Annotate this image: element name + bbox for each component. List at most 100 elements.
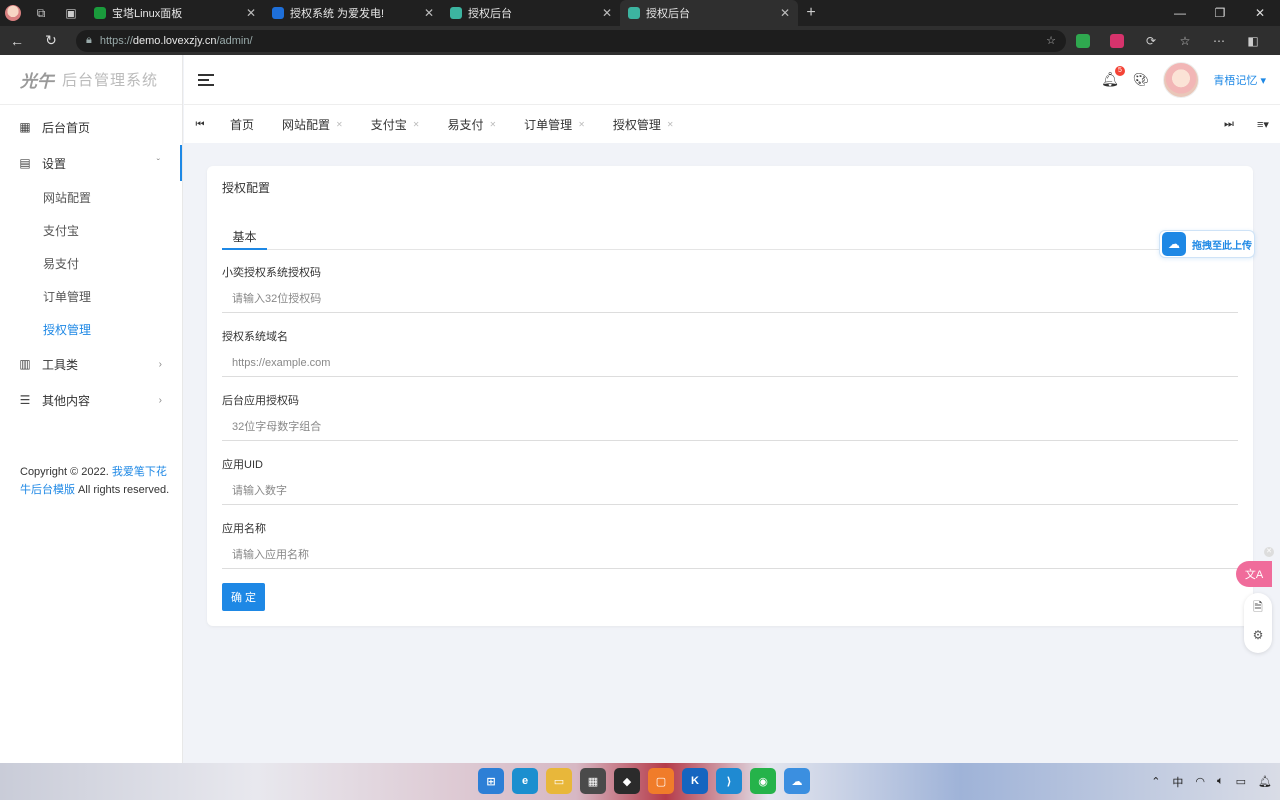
tag-epay[interactable]: 易支付 ✕ — [433, 116, 510, 133]
app-uid-label: 应用UID — [222, 459, 263, 471]
minimize-button[interactable]: — — [1160, 6, 1200, 20]
k-app-icon[interactable]: K — [682, 768, 708, 794]
username-dropdown[interactable]: 青梧记忆 ▾ — [1213, 72, 1266, 88]
license-code-label: 小奕授权系统授权码 — [222, 267, 321, 279]
card-tabs: 基本 — [222, 228, 1238, 250]
extensions-icon[interactable]: ⟳ — [1134, 26, 1168, 55]
wechat-icon[interactable]: ◉ — [750, 768, 776, 794]
translate-button[interactable]: 文A — [1236, 561, 1272, 587]
tags-right-controls: ⏭ ≡▾ — [1212, 118, 1280, 131]
browser-tab-1[interactable]: 宝塔Linux面板 ✕ — [86, 0, 264, 26]
document-icon[interactable]: 🗎 — [1244, 593, 1272, 621]
translate-extension-icon[interactable] — [1100, 26, 1134, 55]
close-icon[interactable]: ✕ — [489, 120, 496, 129]
maximize-button[interactable]: ❐ — [1200, 6, 1240, 20]
close-tab-icon[interactable]: ✕ — [246, 6, 256, 20]
license-config-card: 授权配置 基本 小奕授权系统授权码 授权系统域名 后台应用授权码 应用UID 应… — [207, 166, 1253, 626]
avatar[interactable] — [1163, 61, 1200, 98]
book-icon: ▥ — [19, 357, 31, 371]
tab-actions-icon[interactable]: ▣ — [56, 0, 86, 26]
tag-home[interactable]: 首页 — [216, 116, 268, 133]
tool-box: 🗎 ⚙ — [1244, 593, 1272, 653]
license-domain-input[interactable] — [222, 349, 1238, 377]
sidebar-item-label: 设置 — [42, 156, 67, 171]
drag-upload-widget[interactable]: ☁ 拖拽至此上传 — [1159, 230, 1255, 258]
sidebar-item-home[interactable]: ▦ 后台首页 — [0, 109, 182, 145]
new-tab-button[interactable]: + — [798, 4, 824, 22]
system-tray: ⌃ 中 ◠ 🔈︎ ▭ 🔔︎ — [1151, 763, 1272, 800]
tag-orders[interactable]: 订单管理 ✕ — [510, 116, 599, 133]
volume-icon[interactable]: 🔈︎ — [1217, 775, 1224, 788]
battery-icon[interactable]: ▭ — [1236, 775, 1246, 788]
sidebar-item-orders[interactable]: 订单管理 — [0, 280, 182, 313]
sidebar-item-license[interactable]: 授权管理 — [0, 313, 182, 346]
close-icon[interactable]: ✕ — [667, 120, 674, 129]
close-tab-icon[interactable]: ✕ — [780, 6, 790, 20]
close-tab-icon[interactable]: ✕ — [424, 6, 434, 20]
vscode-icon[interactable]: ⟩ — [716, 768, 742, 794]
app-uid-input[interactable] — [222, 477, 1238, 505]
sidebar-item-epay[interactable]: 易支付 — [0, 247, 182, 280]
browser-tab-3[interactable]: 授权后台 ✕ — [442, 0, 620, 26]
start-icon[interactable]: ⊞ — [478, 768, 504, 794]
wifi-icon[interactable]: ◠ — [1195, 775, 1205, 788]
settings-submenu: 网站配置 支付宝 易支付 订单管理 授权管理 — [0, 181, 182, 346]
store-icon[interactable]: ▦ — [580, 768, 606, 794]
tag-license[interactable]: 授权管理 ✕ — [599, 116, 688, 133]
close-tab-icon[interactable]: ✕ — [602, 6, 612, 20]
menu-toggle-icon[interactable] — [198, 71, 214, 89]
favorites-icon[interactable]: ☆ — [1168, 26, 1202, 55]
sidebar-item-alipay[interactable]: 支付宝 — [0, 214, 182, 247]
file-explorer-icon[interactable]: ▭ — [546, 768, 572, 794]
copyright: Copyright © 2022. 我爱笔下花 牛后台模版 All rights… — [20, 466, 170, 496]
bell-icon[interactable]: 🔔︎ 5 — [1101, 66, 1125, 88]
bell-icon[interactable]: 🔔︎ — [1258, 775, 1272, 788]
license-domain-label: 授权系统域名 — [222, 331, 288, 343]
tags-scroll-left-icon[interactable]: ⏮ — [184, 119, 216, 130]
page-viewport: 光午 后台管理系统 ▦ 后台首页 ▤ 设置 ˇ 网站配置 支付宝 易支付 订单管… — [0, 55, 1280, 763]
tab-title: 授权后台 — [646, 8, 690, 20]
tags-menu-icon[interactable]: ≡▾ — [1246, 118, 1280, 131]
sidebar-item-site-config[interactable]: 网站配置 — [0, 181, 182, 214]
palette-icon[interactable]: 🎨︎ — [1133, 72, 1150, 88]
favorite-star-icon[interactable]: ☆ — [1046, 34, 1056, 47]
brand[interactable]: 光午 后台管理系统 — [0, 55, 182, 105]
terminal-icon[interactable]: ◆ — [614, 768, 640, 794]
tab-basic[interactable]: 基本 — [222, 228, 267, 250]
back-icon[interactable]: ← — [0, 33, 34, 49]
edge-icon[interactable]: e — [512, 768, 538, 794]
close-icon[interactable]: ✕ — [1264, 547, 1274, 557]
app-name-input[interactable] — [222, 541, 1238, 569]
gear-icon[interactable]: ⚙ — [1244, 621, 1272, 649]
close-icon[interactable]: ✕ — [413, 120, 420, 129]
profile-button[interactable] — [0, 0, 26, 26]
tags-scroll-right-icon[interactable]: ⏭ — [1212, 118, 1246, 131]
sidebar-toggle-icon[interactable]: ◧ — [1236, 26, 1270, 55]
sidebar-item-tools[interactable]: ▥ 工具类 › — [0, 346, 182, 382]
tag-site-config[interactable]: 网站配置 ✕ — [268, 116, 357, 133]
ime-indicator[interactable]: 中 — [1172, 774, 1183, 790]
workspaces-icon[interactable]: ⧉ — [26, 0, 56, 26]
screenshot-app-icon[interactable]: ▢ — [648, 768, 674, 794]
tab-title: 授权系统 为爱发电! — [290, 8, 385, 20]
close-icon[interactable]: ✕ — [578, 120, 585, 129]
cloud-drive-icon[interactable]: ☁ — [784, 768, 810, 794]
chevron-right-icon: › — [158, 394, 162, 406]
url-field[interactable]: 🔒︎ https://demo.lovexzjy.cn/admin/ ☆ — [76, 29, 1066, 52]
tab-title: 授权后台 — [468, 8, 512, 20]
tag-alipay[interactable]: 支付宝 ✕ — [357, 116, 434, 133]
more-menu-icon[interactable]: ⋯ — [1202, 26, 1236, 55]
app-license-code-input[interactable] — [222, 413, 1238, 441]
sidebar-item-other[interactable]: ☰ 其他内容 › — [0, 382, 182, 418]
tray-chevron-icon[interactable]: ⌃ — [1151, 775, 1160, 788]
sidebar-item-settings[interactable]: ▤ 设置 ˇ — [0, 145, 182, 181]
close-icon[interactable]: ✕ — [336, 120, 343, 129]
browser-tab-4[interactable]: 授权后台 ✕ — [620, 0, 798, 26]
submit-button[interactable]: 确 定 — [222, 583, 265, 611]
close-window-button[interactable]: ✕ — [1240, 6, 1280, 20]
license-code-input[interactable] — [222, 285, 1238, 313]
refresh-icon[interactable]: ↻ — [34, 32, 68, 49]
taskbar-apps: ⊞ e ▭ ▦ ◆ ▢ K ⟩ ◉ ☁ — [478, 768, 810, 794]
browser-tab-2[interactable]: 授权系统 为爱发电! ✕ — [264, 0, 442, 26]
shield-extension-icon[interactable] — [1066, 26, 1100, 55]
